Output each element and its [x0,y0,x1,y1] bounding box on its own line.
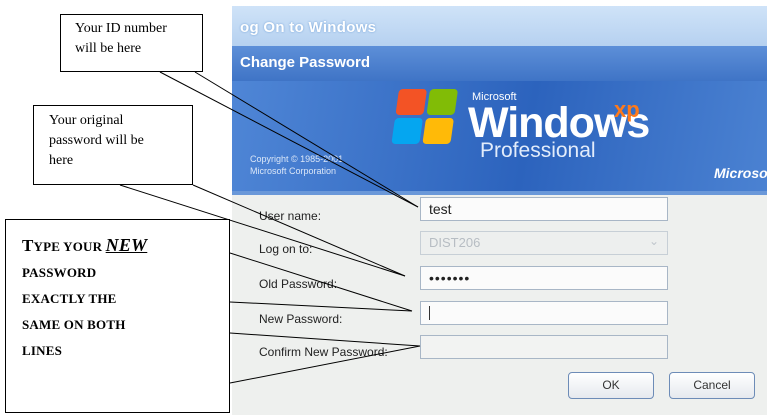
callout-new-line-2: PASSWORD [22,265,97,280]
title-bar: og On to Windows [232,6,767,46]
confirm-password-field[interactable] [420,335,668,359]
old-password-label: Old Password: [259,277,338,291]
callout-new-line-3: EXACTLY THE [22,291,117,306]
logon-to-value: DIST206 [429,235,481,250]
callout-new-type-your: YPE YOUR [33,239,106,254]
confirm-password-label: Confirm New Password: [259,345,388,359]
cancel-button[interactable]: Cancel [669,372,755,399]
ok-button[interactable]: OK [568,372,654,399]
logon-to-label: Log on to: [259,242,313,256]
copyright-text: Copyright © 1985-2001 Microsoft Corporat… [250,153,343,177]
chevron-down-icon: ⌄ [648,234,659,248]
change-password-dialog: og On to Windows Change Password Microso… [232,6,767,415]
copyright-line-2: Microsoft Corporation [250,166,337,176]
username-label: User name: [259,209,322,223]
callout-id-number: Your ID number will be here [60,14,203,72]
callout-new-initial: T [22,236,34,255]
dialog-subtitle-bar: Change Password [232,46,767,81]
callout-original-line-2: password will be [49,133,144,148]
windows-flag-icon [391,89,461,147]
divider [232,191,767,195]
logon-to-select: DIST206 ⌄ [420,231,668,255]
window-title: og On to Windows [240,19,377,36]
username-field[interactable]: test [420,197,668,221]
callout-original-line-1: Your original [49,113,124,128]
old-password-value: ••••••• [429,270,471,286]
edition-label: Professional [480,139,596,162]
xp-wordmark: xp [614,97,640,122]
text-cursor [429,306,430,320]
callout-new-emphasis: NEW [105,235,148,255]
callout-new-line-5: LINES [22,343,63,358]
callout-original-password: Your original password will be here [33,105,193,185]
callout-id-line-1: Your ID number [75,21,167,36]
callout-id-line-2: will be here [75,41,142,56]
username-value: test [429,201,452,217]
callout-new-password: TYPE YOUR NEW PASSWORD EXACTLY THE SAME … [5,219,230,413]
windows-xp-banner: Microsoft Windows xp Professional Copyri… [232,81,767,191]
callout-original-line-3: here [49,153,74,168]
new-password-field[interactable] [420,301,668,325]
dialog-subtitle: Change Password [240,54,371,71]
callout-new-line-4: SAME ON BOTH [22,317,126,332]
old-password-field[interactable]: ••••••• [420,266,668,290]
callout-new-line-1: TYPE YOUR NEW [22,232,229,260]
copyright-line-1: Copyright © 1985-2001 [250,154,344,164]
microsoft-logo-text: Microso [714,165,767,181]
new-password-label: New Password: [259,312,343,326]
